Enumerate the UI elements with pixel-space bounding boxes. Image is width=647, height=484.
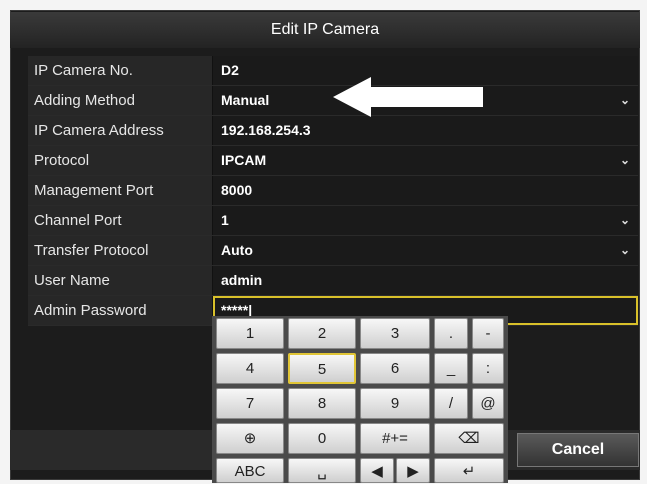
row-user-name: User Name admin: [28, 266, 638, 296]
key-4[interactable]: 4: [216, 353, 284, 384]
chevron-down-icon: ⌄: [619, 243, 630, 257]
protocol-value: IPCAM: [221, 152, 267, 168]
chevron-down-icon: ⌄: [619, 213, 630, 227]
transfer-protocol-select[interactable]: Auto ⌄: [213, 236, 638, 265]
protocol-select[interactable]: IPCAM ⌄: [213, 146, 638, 175]
channel-port-select[interactable]: 1 ⌄: [213, 206, 638, 235]
key-5[interactable]: 5: [288, 353, 356, 384]
field-label: Channel Port: [28, 206, 213, 235]
key-7[interactable]: 7: [216, 388, 284, 419]
key-3[interactable]: 3: [360, 318, 430, 349]
field-label: Management Port: [28, 176, 213, 205]
space-key-icon[interactable]: ␣: [288, 458, 356, 483]
enter-key-icon[interactable]: ↵: [434, 458, 504, 483]
field-label: IP Camera No.: [28, 56, 213, 85]
field-label: Admin Password: [28, 296, 213, 325]
key-0[interactable]: 0: [288, 423, 356, 454]
key-underscore[interactable]: _: [434, 353, 468, 384]
chevron-down-icon: ⌄: [619, 153, 630, 167]
key-9[interactable]: 9: [360, 388, 430, 419]
arrow-left-icon: [333, 77, 483, 117]
adding-method-value: Manual: [221, 92, 270, 108]
chevron-down-icon: ⌄: [619, 93, 630, 107]
globe-icon[interactable]: ⊕: [216, 423, 284, 454]
key-slash[interactable]: /: [434, 388, 468, 419]
key-2[interactable]: 2: [288, 318, 356, 349]
key-symbols[interactable]: #+=: [360, 423, 430, 454]
ip-address-field[interactable]: 192.168.254.3: [213, 116, 638, 145]
key-at[interactable]: @: [472, 388, 504, 419]
key-dot[interactable]: .: [434, 318, 468, 349]
transfer-protocol-value: Auto: [221, 242, 253, 258]
key-1[interactable]: 1: [216, 318, 284, 349]
management-port-field[interactable]: 8000: [213, 176, 638, 205]
arrow-right-key-icon[interactable]: ▶: [396, 458, 430, 483]
field-label: Transfer Protocol: [28, 236, 213, 265]
user-name-field[interactable]: admin: [213, 266, 638, 295]
dialog-title: Edit IP Camera: [10, 12, 640, 48]
field-label: Adding Method: [28, 86, 213, 115]
field-label: User Name: [28, 266, 213, 295]
key-dash[interactable]: -: [472, 318, 504, 349]
row-protocol: Protocol IPCAM ⌄: [28, 146, 638, 176]
row-management-port: Management Port 8000: [28, 176, 638, 206]
arrow-left-key-icon[interactable]: ◀: [360, 458, 394, 483]
onscreen-keypad: 1 2 3 . - 4 5 6 _ : 7 8 9 / @ ⊕ 0 #+= ⌫ …: [212, 316, 508, 483]
key-abc[interactable]: ABC: [216, 458, 284, 483]
cancel-button[interactable]: Cancel: [517, 433, 639, 467]
field-label: IP Camera Address: [28, 116, 213, 145]
row-ip-address: IP Camera Address 192.168.254.3: [28, 116, 638, 146]
row-transfer-protocol: Transfer Protocol Auto ⌄: [28, 236, 638, 266]
key-6[interactable]: 6: [360, 353, 430, 384]
row-channel-port: Channel Port 1 ⌄: [28, 206, 638, 236]
backspace-icon[interactable]: ⌫: [434, 423, 504, 454]
key-8[interactable]: 8: [288, 388, 356, 419]
channel-port-value: 1: [221, 212, 229, 228]
key-colon[interactable]: :: [472, 353, 504, 384]
field-label: Protocol: [28, 146, 213, 175]
